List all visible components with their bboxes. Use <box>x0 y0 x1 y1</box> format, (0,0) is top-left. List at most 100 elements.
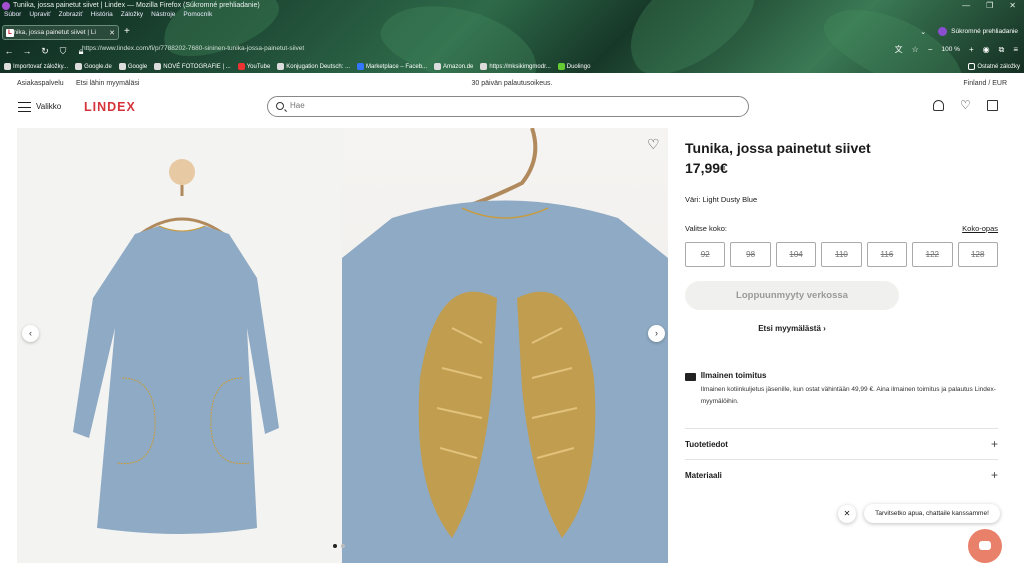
size-option[interactable]: 110 <box>821 242 862 267</box>
private-label: Súkromné prehliadanie <box>951 28 1018 35</box>
product-price: 17,99€ <box>685 160 728 176</box>
chat-prompt[interactable]: Tarvitsetko apua, chattaile kanssamme! <box>864 504 1000 523</box>
lindex-page: Asiakaspalvelu Etsi lähin myymäläsi 30 p… <box>0 73 1024 576</box>
chat-close-icon[interactable]: ✕ <box>838 505 856 523</box>
list-tabs-icon[interactable]: ⌄ <box>920 28 926 36</box>
chat-bubble-icon[interactable] <box>968 529 1002 563</box>
delivery-info: Ilmainen toimitus Ilmainen kotiinkuljetu… <box>685 371 998 408</box>
new-tab-icon[interactable]: + <box>124 26 130 37</box>
gallery-prev-icon[interactable]: ‹ <box>22 325 39 342</box>
back-icon[interactable]: ← <box>0 46 18 56</box>
truck-icon <box>685 373 696 381</box>
bookmark-item[interactable]: Marketplace – Faceb... <box>357 63 427 70</box>
accordion-product-details[interactable]: Tuotetiedot + <box>685 428 998 459</box>
bookmark-star-icon[interactable]: ☆ <box>912 45 919 54</box>
menu-bookmarks[interactable]: Záložky <box>121 11 143 22</box>
gallery-next-icon[interactable]: › <box>648 325 665 342</box>
reload-icon[interactable]: ↻ <box>36 46 54 57</box>
delivery-title: Ilmainen toimitus <box>700 371 767 380</box>
size-label: Valitse koko: <box>685 224 727 233</box>
bookmark-item[interactable]: Google.de <box>75 63 112 70</box>
private-mask-icon <box>938 27 948 36</box>
product-image-front <box>17 128 341 563</box>
favorite-heart-icon[interactable]: ♡ <box>647 136 660 153</box>
gallery-dots <box>333 544 345 548</box>
search-input[interactable] <box>290 101 730 110</box>
size-header: Valitse koko: Koko-opas <box>685 224 998 233</box>
menu-tools[interactable]: Nástroje <box>151 11 175 22</box>
hamburger-icon[interactable] <box>18 102 31 112</box>
region-selector[interactable]: Finland / EUR <box>963 80 1007 87</box>
plus-icon: + <box>990 468 998 482</box>
url-field[interactable]: https://www.lindex.com/fi/p/7788202-7680… <box>82 45 304 52</box>
lindex-favicon-icon: L <box>6 28 14 37</box>
shield-icon[interactable]: ⛉ <box>54 46 72 57</box>
bookmark-item[interactable]: YouTube <box>237 63 270 70</box>
shopping-bag-icon[interactable] <box>987 100 998 111</box>
bookmark-item[interactable]: Amazon.de <box>434 63 473 70</box>
zoom-out-icon[interactable]: − <box>928 45 933 54</box>
tab-close-icon[interactable]: ✕ <box>109 29 115 37</box>
wishlist-heart-icon[interactable]: ♡ <box>960 99 971 111</box>
close-window-button[interactable]: ✕ <box>1009 1 1016 10</box>
menu-history[interactable]: História <box>91 11 113 22</box>
accordion-material[interactable]: Materiaali + <box>685 459 998 490</box>
color-label: Väri: <box>685 195 701 204</box>
menu-file[interactable]: Súbor <box>4 11 21 22</box>
menu-help[interactable]: Pomocník <box>183 11 212 22</box>
size-option[interactable]: 128 <box>957 242 998 267</box>
other-bookmarks[interactable]: Ostatné záložky <box>968 63 1024 70</box>
lindex-logo[interactable]: LINDEX <box>84 100 136 114</box>
product-image-back <box>342 128 668 563</box>
zoom-in-icon[interactable]: + <box>969 45 974 54</box>
gallery-dot-active[interactable] <box>333 544 337 548</box>
search-bar[interactable] <box>267 96 749 117</box>
bookmark-item[interactable]: Importovať záložky... <box>4 63 68 70</box>
bookmark-item[interactable]: Konjugation Deutsch: ... <box>277 63 350 70</box>
minimize-button[interactable]: — <box>962 1 970 10</box>
site-header: Valikko LINDEX ♡ <box>0 93 1024 123</box>
top-strip: Asiakaspalvelu Etsi lähin myymäläsi 30 p… <box>0 73 1024 93</box>
search-icon <box>276 102 284 110</box>
menu-label[interactable]: Valikko <box>36 102 61 111</box>
bookmark-item[interactable]: Google <box>118 63 147 70</box>
product-info: Tunika, jossa painetut siivet 17,99€ Vär… <box>685 128 998 490</box>
menu-bar: Súbor Upraviť Zobraziť História Záložky … <box>0 11 212 22</box>
product-gallery[interactable]: ‹ › ♡ <box>17 128 668 563</box>
browser-chrome: Tunika, jossa painetut siivet | Lindex —… <box>0 0 1024 73</box>
account-icon[interactable] <box>933 100 944 111</box>
size-option[interactable]: 98 <box>730 242 771 267</box>
plus-icon: + <box>990 437 998 451</box>
translate-icon[interactable]: 文 <box>895 44 903 55</box>
account-icon[interactable]: ◉ <box>983 45 990 54</box>
window-title: Tunika, jossa painetut siivet | Lindex —… <box>13 2 260 9</box>
firefox-private-icon <box>2 1 10 10</box>
extensions-icon[interactable]: ⧉ <box>999 45 1005 55</box>
size-option[interactable]: 122 <box>912 242 953 267</box>
size-option[interactable]: 92 <box>685 242 726 267</box>
bookmark-item[interactable]: Duolingo <box>557 63 590 70</box>
bookmarks-toolbar: Importovať záložky... Google.de Google N… <box>0 61 1024 72</box>
color-info: Väri: Light Dusty Blue <box>685 195 998 204</box>
size-guide-link[interactable]: Koko-opas <box>962 224 998 233</box>
tab-strip: L Tunika, jossa painetut siivet | Li ✕ +… <box>0 24 1024 41</box>
bookmark-item[interactable]: NOVÉ FOTOGRAFIE | ... <box>154 63 231 70</box>
nav-right-tools: 文 ☆ − 100 % + ◉ ⧉ ≡ <box>895 44 1018 55</box>
tab-label: Tunika, jossa painetut siivet | Li <box>6 29 96 36</box>
app-menu-icon[interactable]: ≡ <box>1013 45 1018 54</box>
maximize-button[interactable]: ❐ <box>986 1 993 10</box>
color-value: Light Dusty Blue <box>702 195 758 204</box>
size-option[interactable]: 116 <box>866 242 908 267</box>
menu-edit[interactable]: Upraviť <box>29 11 50 22</box>
bookmark-item[interactable]: https://mksikimgmodr... <box>480 63 551 70</box>
private-browsing-indicator: ⌄ Súkromné prehliadanie <box>920 27 1018 36</box>
zoom-level[interactable]: 100 % <box>942 46 960 53</box>
tab-active[interactable]: L Tunika, jossa painetut siivet | Li ✕ <box>2 25 119 40</box>
size-option[interactable]: 104 <box>775 242 817 267</box>
find-in-store-link[interactable]: Etsi myymälästä › <box>685 324 899 333</box>
chevron-right-icon: › <box>823 324 826 333</box>
soldout-button[interactable]: Loppuunmyyty verkossa <box>685 281 899 310</box>
menu-view[interactable]: Zobraziť <box>59 11 83 22</box>
gallery-dot[interactable] <box>341 544 345 548</box>
forward-icon[interactable]: → <box>18 46 36 56</box>
